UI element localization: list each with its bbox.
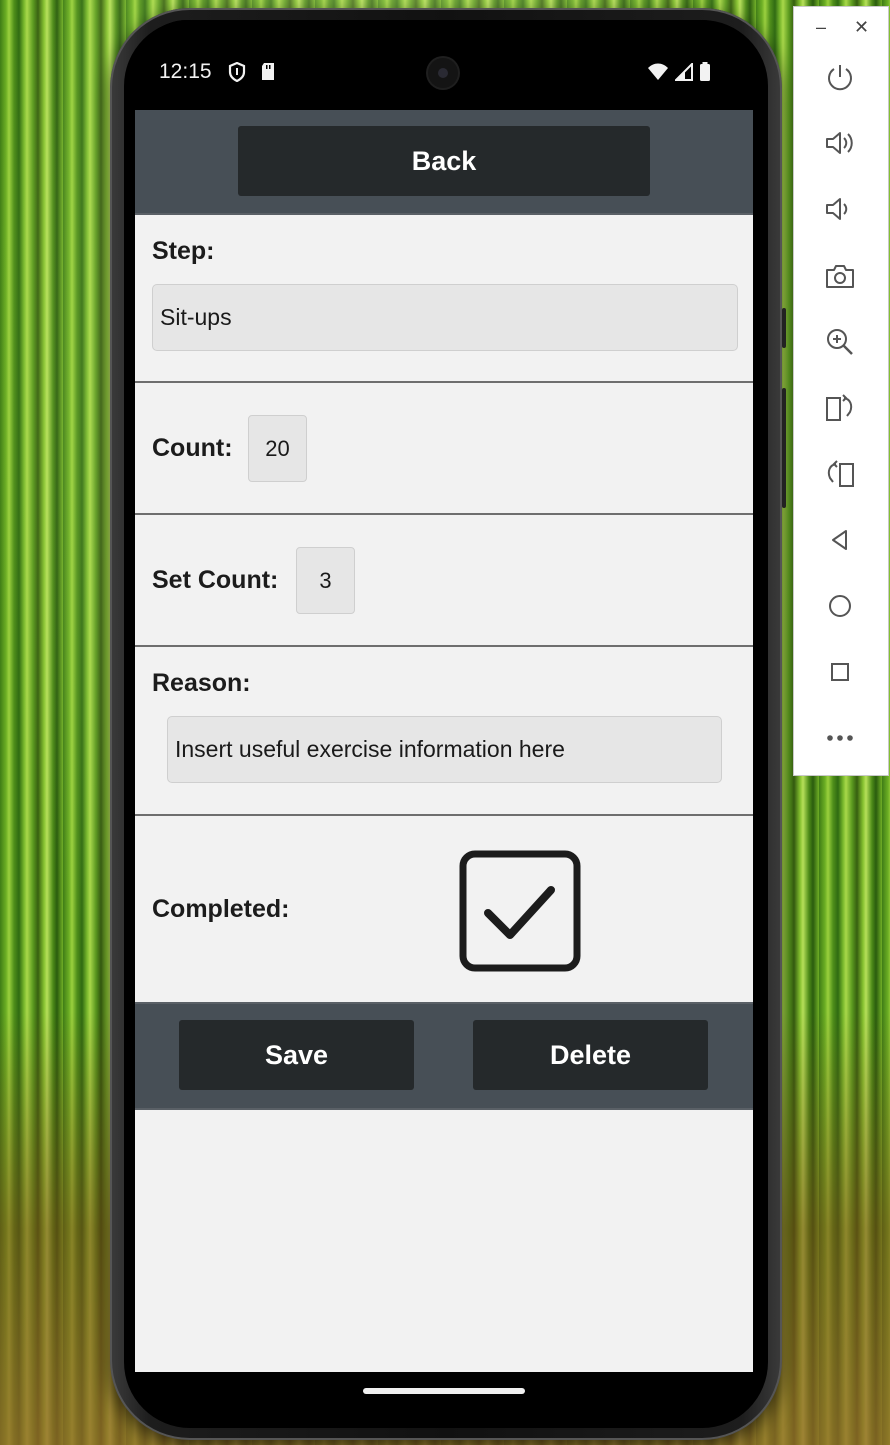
camera-icon[interactable]	[822, 258, 858, 294]
completed-section: Completed:	[135, 816, 753, 1004]
reason-input[interactable]: Insert useful exercise information here	[167, 716, 722, 783]
count-section: Count: 20	[135, 383, 753, 515]
action-bar: Save Delete	[135, 1002, 753, 1110]
save-button[interactable]: Save	[179, 1020, 414, 1090]
overview-icon[interactable]	[822, 654, 858, 690]
signal-icon	[673, 61, 693, 86]
rotate-left-icon[interactable]	[822, 390, 858, 426]
set-count-label: Set Count:	[152, 566, 279, 594]
step-label: Step:	[152, 237, 215, 265]
volume-down-icon[interactable]	[822, 191, 858, 227]
battery-icon	[699, 62, 711, 87]
front-camera	[428, 58, 458, 88]
set-count-section: Set Count: 3	[135, 515, 753, 647]
sd-card-icon	[260, 62, 276, 87]
status-bar: 12:15	[135, 20, 753, 110]
emulator-toolbar: – ✕	[793, 6, 889, 776]
back-button[interactable]: Back	[238, 126, 650, 196]
home-icon[interactable]	[822, 588, 858, 624]
step-input[interactable]: Sit-ups	[152, 284, 738, 351]
minimize-button[interactable]: –	[816, 17, 826, 38]
set-count-input[interactable]: 3	[296, 547, 355, 614]
power-icon[interactable]	[822, 59, 858, 95]
delete-button[interactable]: Delete	[473, 1020, 708, 1090]
phone-screen: 12:15 Back Step: Sit-ups Count: 20 Set C…	[135, 20, 753, 1420]
count-label: Count:	[152, 434, 233, 462]
zoom-icon[interactable]	[822, 324, 858, 360]
volume-up-icon[interactable]	[822, 125, 858, 161]
phone-side-button	[782, 308, 786, 348]
rotate-right-icon[interactable]	[822, 456, 858, 492]
status-left-icons	[228, 61, 276, 87]
reason-label: Reason:	[152, 669, 251, 697]
status-right-icons	[647, 61, 711, 87]
phone-volume-rocker	[782, 388, 786, 508]
status-time: 12:15	[159, 60, 212, 83]
top-bar: Back	[135, 110, 753, 215]
completed-checkbox[interactable]	[459, 850, 581, 972]
exercise-detail-page: Back Step: Sit-ups Count: 20 Set Count: …	[135, 110, 753, 1372]
back-icon[interactable]	[822, 522, 858, 558]
close-button[interactable]: ✕	[854, 17, 869, 38]
reason-section: Reason: Insert useful exercise informati…	[135, 647, 753, 816]
checkmark-icon	[459, 850, 581, 972]
wifi-icon	[647, 63, 669, 86]
count-input[interactable]: 20	[248, 415, 307, 482]
home-gesture-bar[interactable]	[363, 1388, 525, 1394]
gesture-nav-area	[135, 1372, 753, 1420]
more-icon[interactable]	[822, 720, 858, 756]
step-section: Step: Sit-ups	[135, 215, 753, 383]
shield-icon	[228, 61, 246, 87]
completed-label: Completed:	[152, 895, 290, 923]
